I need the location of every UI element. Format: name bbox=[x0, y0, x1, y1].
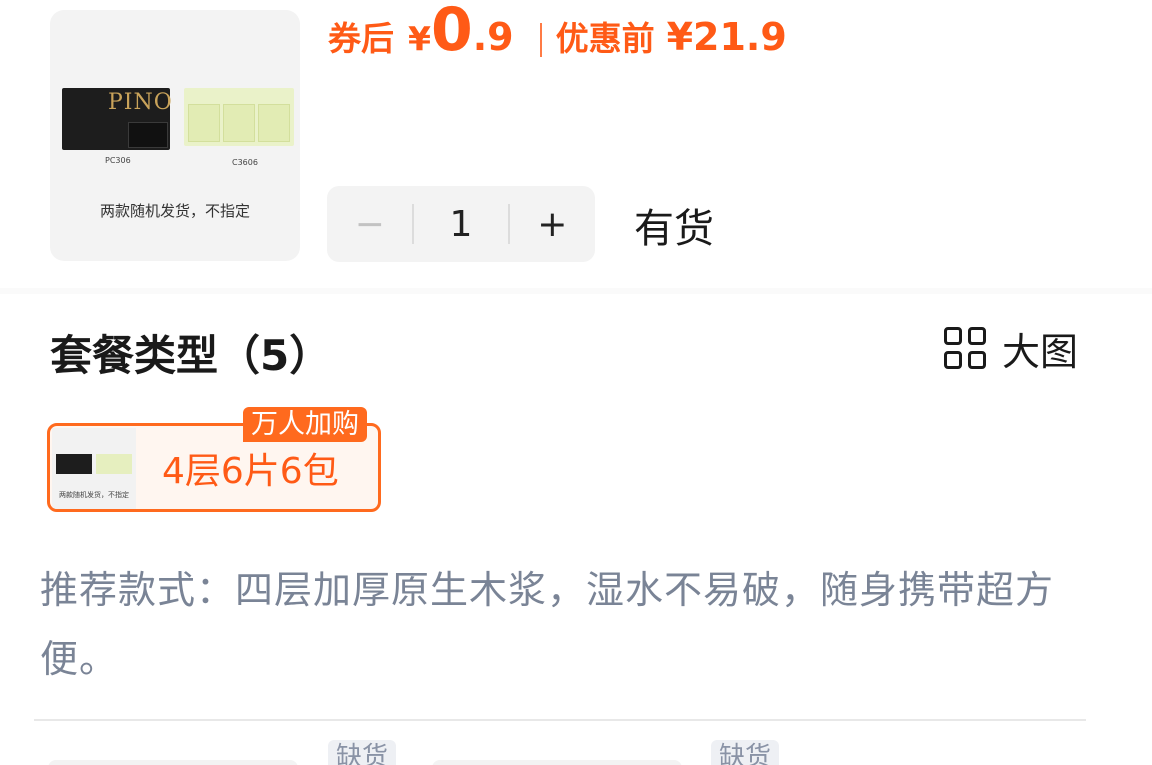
quantity-value[interactable]: 1 bbox=[414, 204, 507, 245]
decrease-quantity-button[interactable]: − bbox=[327, 204, 412, 245]
option-thumbnail-note: 两款随机发货，不指定 bbox=[59, 491, 129, 499]
out-of-stock-tag: 缺货 bbox=[328, 740, 397, 765]
black-tissue-pack-image: PINO bbox=[62, 88, 173, 150]
price-row: 券后 ¥ 0 .9 优惠前 ¥21.9 bbox=[328, 0, 787, 80]
option-thumbnail: 两款随机发货，不指定 bbox=[52, 428, 136, 509]
option-description: 推荐款式：四层加厚原生木浆，湿水不易破，随身携带超方便。 bbox=[40, 568, 1055, 681]
coupon-price-label: 券后 bbox=[328, 19, 394, 58]
product-summary: PINO PC306 C3606 两款随机发货，不指定 券后 ¥ 0 .9 优惠… bbox=[0, 0, 1152, 290]
popular-tag: 万人加购 bbox=[243, 407, 367, 442]
package-type-title: 套餐类型（5） bbox=[50, 331, 332, 380]
grid-icon bbox=[944, 327, 986, 369]
stock-status: 有货 bbox=[634, 206, 714, 252]
option-label: 4层6片6包 bbox=[162, 451, 339, 492]
original-price-value: ¥21.9 bbox=[666, 15, 787, 59]
original-price-label: 优惠前 bbox=[555, 19, 655, 58]
out-of-stock-tag: 缺货 bbox=[711, 740, 780, 765]
price-integer: 0 bbox=[430, 0, 473, 65]
package-option-card[interactable] bbox=[48, 760, 298, 765]
currency-symbol: ¥ bbox=[408, 19, 431, 58]
price-decimal: .9 bbox=[472, 15, 514, 59]
section-divider bbox=[0, 288, 1152, 294]
brand-logo: PINO bbox=[108, 90, 173, 115]
price-divider bbox=[539, 23, 542, 57]
random-shipping-note: 两款随机发货，不指定 bbox=[99, 202, 250, 220]
model-label-right: C3606 bbox=[232, 158, 258, 167]
small-pack-image bbox=[128, 122, 168, 148]
increase-quantity-button[interactable]: + bbox=[510, 204, 595, 245]
large-image-label: 大图 bbox=[1002, 329, 1079, 374]
package-option-card[interactable] bbox=[432, 760, 682, 765]
green-tissue-pack-image bbox=[184, 88, 294, 146]
model-label-left: PC306 bbox=[105, 156, 131, 165]
divider-line bbox=[34, 719, 1086, 721]
product-thumbnail[interactable]: PINO PC306 C3606 两款随机发货，不指定 bbox=[50, 10, 300, 261]
quantity-stepper: − 1 + bbox=[327, 186, 595, 262]
large-image-toggle[interactable]: 大图 bbox=[944, 322, 1078, 374]
